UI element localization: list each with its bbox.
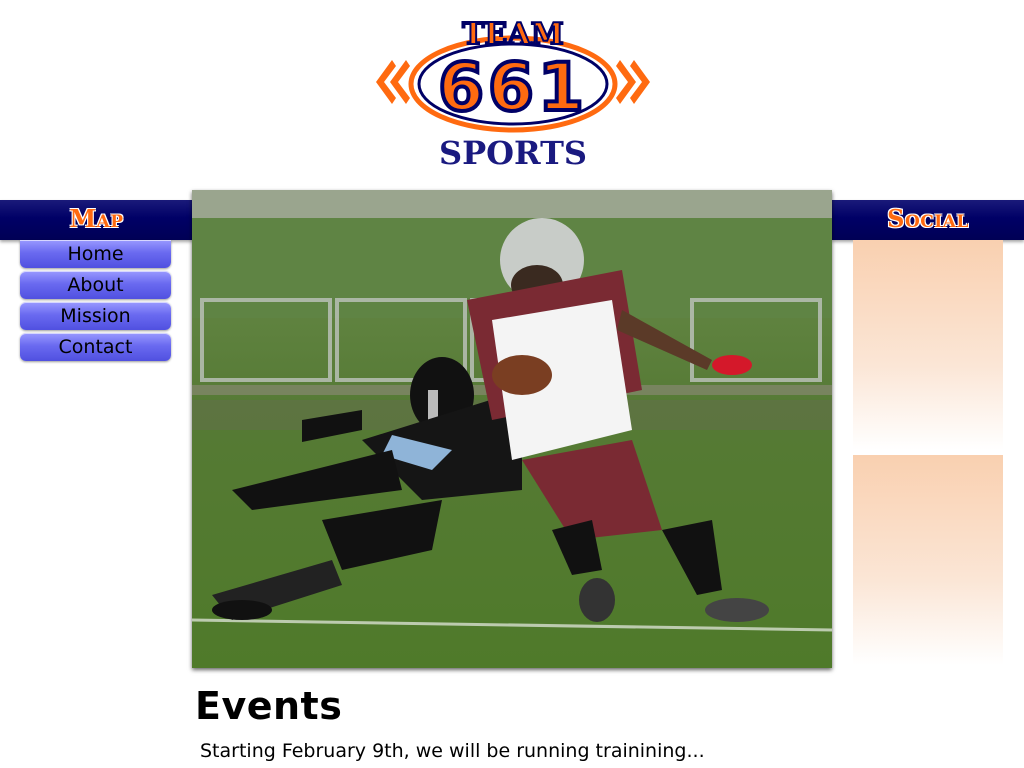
map-header-bar: Map xyxy=(0,200,193,240)
events-text: Starting February 9th, we will be runnin… xyxy=(200,740,705,762)
social-title: Social xyxy=(887,204,969,233)
logo-number-text: 661 xyxy=(438,49,588,126)
football-players-photo xyxy=(192,190,832,668)
logo-sports-text: SPORTS xyxy=(439,134,587,172)
page: TEAM 661 SPORTS Map Home About Mission C… xyxy=(0,0,1024,768)
events-heading: Events xyxy=(195,684,343,728)
social-header-bar: Social xyxy=(832,200,1024,240)
nav-contact-button[interactable]: Contact xyxy=(20,333,171,361)
site-nav: Home About Mission Contact xyxy=(20,240,171,364)
nav-home-button[interactable]: Home xyxy=(20,240,171,268)
map-title: Map xyxy=(69,204,124,233)
logo-team-text: TEAM xyxy=(462,17,564,52)
social-panel xyxy=(853,455,1003,665)
social-panel xyxy=(853,240,1003,450)
logo-graphic: TEAM 661 SPORTS xyxy=(376,16,650,172)
nav-mission-button[interactable]: Mission xyxy=(20,302,171,330)
team-661-sports-logo[interactable]: TEAM 661 SPORTS xyxy=(372,14,654,176)
hero-photo xyxy=(192,190,832,668)
nav-about-button[interactable]: About xyxy=(20,271,171,299)
